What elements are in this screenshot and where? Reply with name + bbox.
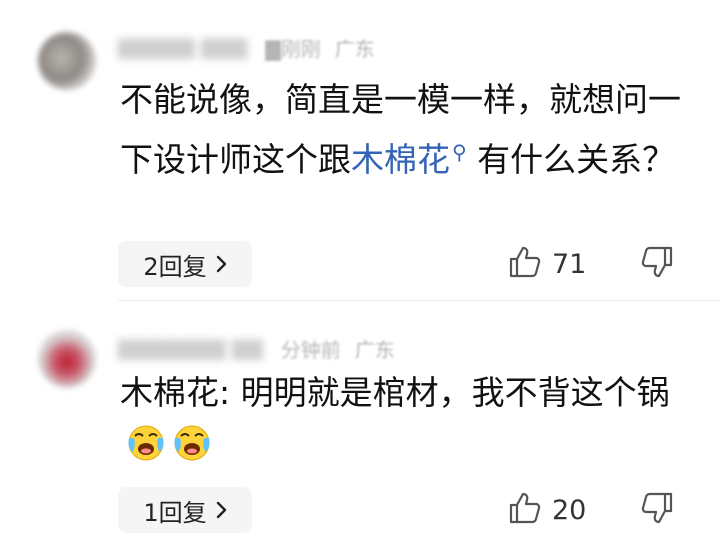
replies-button[interactable]: 2回复	[118, 241, 252, 287]
region: 广东	[354, 337, 395, 362]
timestamp: ▇刚刚	[265, 36, 321, 61]
crying-laughing-emoji	[126, 422, 166, 462]
region: 广东	[334, 36, 375, 61]
divider	[118, 300, 720, 301]
chevron-right-icon	[215, 501, 227, 519]
thumbs-up-icon	[508, 491, 542, 529]
dislike-button[interactable]	[640, 241, 674, 287]
comment-meta: ▇▇▇▇▇ ▇▇▇ ▇刚刚 广东	[118, 35, 375, 61]
thumbs-up-icon	[508, 245, 542, 283]
comment-text: 木棉花: 明明就是棺材，我不背这个锅	[120, 367, 700, 471]
avatar[interactable]	[38, 32, 96, 90]
thumbs-down-icon	[640, 245, 674, 283]
like-button[interactable]: 71	[508, 241, 586, 287]
like-button[interactable]: 20	[508, 487, 586, 533]
username[interactable]: ▇▇▇▇▇▇▇ ▇▇	[118, 336, 263, 360]
chevron-right-icon	[215, 255, 227, 273]
comment-text: 不能说像，简直是一模一样，就想问一下设计师这个跟木棉花 ⚲ 有什么关系？	[120, 74, 700, 186]
timestamp: 分钟前	[280, 337, 341, 362]
search-icon[interactable]: ⚲	[452, 140, 467, 164]
username[interactable]: ▇▇▇▇▇ ▇▇▇	[118, 35, 247, 59]
replies-label: 1回复	[143, 498, 207, 527]
comment: ▇▇▇▇▇ ▇▇▇ ▇刚刚 广东 不能说像，简直是一模一样，就想问一下设计师这个…	[0, 0, 720, 300]
like-count: 71	[552, 248, 587, 280]
replies-label: 2回复	[143, 252, 207, 281]
crying-laughing-emoji	[172, 422, 212, 462]
like-count: 20	[552, 494, 587, 526]
thumbs-down-icon	[640, 491, 674, 529]
avatar[interactable]	[38, 330, 96, 388]
keyword-link[interactable]: 木棉花	[351, 140, 450, 179]
comment-text-part: 木棉花: 明明就是棺材，我不背这个锅	[120, 373, 670, 412]
dislike-button[interactable]	[640, 487, 674, 533]
replies-button[interactable]: 1回复	[118, 487, 252, 533]
comment-meta: ▇▇▇▇▇▇▇ ▇▇ 分钟前 广东	[118, 336, 395, 362]
comment-text-part: 有什么关系？	[466, 140, 676, 179]
